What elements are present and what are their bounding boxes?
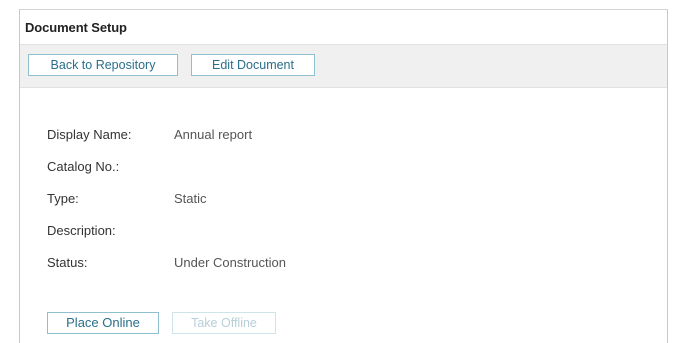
back-to-repository-button[interactable]: Back to Repository [28, 54, 178, 76]
display-name-value: Annual report [174, 127, 253, 142]
status-value: Under Construction [174, 255, 286, 270]
place-online-button[interactable]: Place Online [47, 312, 159, 334]
status-label: Status: [47, 255, 88, 270]
toolbar: Back to Repository Edit Document [20, 44, 667, 88]
catalog-no-label: Catalog No.: [47, 159, 120, 174]
type-label: Type: [47, 191, 79, 206]
take-offline-button: Take Offline [172, 312, 276, 334]
panel-title: Document Setup [25, 20, 127, 35]
edit-document-button[interactable]: Edit Document [191, 54, 315, 76]
display-name-label: Display Name: [47, 127, 132, 142]
document-setup-panel: Document Setup Back to Repository Edit D… [19, 9, 668, 343]
description-label: Description: [47, 223, 116, 238]
type-value: Static [174, 191, 207, 206]
